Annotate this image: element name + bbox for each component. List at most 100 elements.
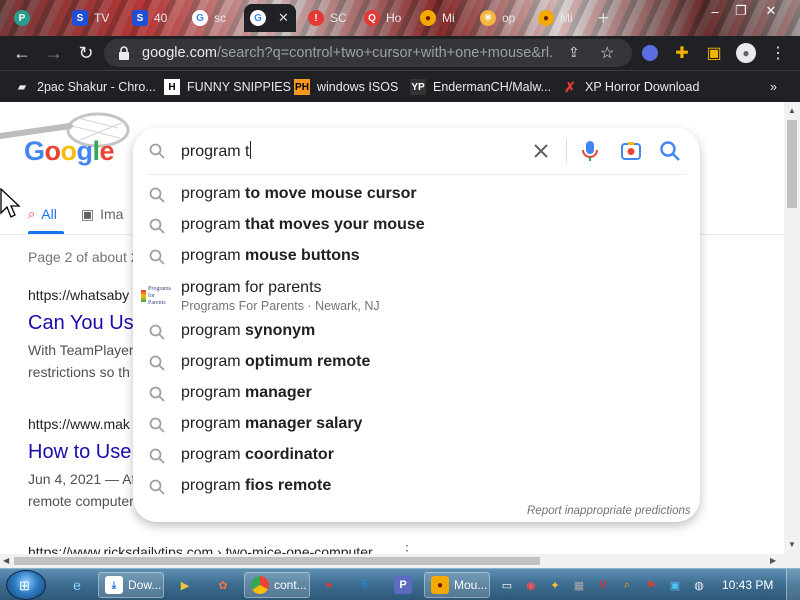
forward-button[interactable]: → (38, 37, 70, 69)
result-title[interactable]: How to Use (28, 441, 131, 464)
close-tab-icon[interactable]: ✕ (278, 10, 289, 26)
suggestion-item[interactable]: program fios remote (133, 471, 700, 502)
scroll-up-icon[interactable]: ▲ (788, 106, 796, 115)
suggestion-item[interactable]: program to move mouse cursor (133, 179, 700, 210)
result-url[interactable]: https://www.ricksdailytips.com › two-mic… (28, 544, 373, 554)
bookmark-5[interactable]: ✗ XP Horror Download (562, 77, 699, 97)
tab-3[interactable]: G sc (186, 4, 242, 32)
google-logo[interactable]: Google (24, 136, 115, 167)
report-predictions-link[interactable]: Report inappropriate predictions (527, 505, 691, 517)
camera-lens-icon[interactable] (620, 140, 642, 162)
side-panel-button[interactable]: ▣ (698, 36, 730, 70)
reload-button[interactable]: ↻ (70, 37, 102, 69)
bookmark-3[interactable]: PH windows ISOS (294, 77, 398, 97)
microphone-icon[interactable] (581, 140, 599, 162)
tray-app-icon[interactable]: ◉ (522, 576, 540, 594)
suggestion-item[interactable]: program coordinator (133, 440, 700, 471)
menu-button[interactable]: ⋮ (762, 36, 794, 70)
tab-9[interactable]: ● Mi (532, 4, 588, 32)
monitor-icon[interactable]: ▭ (498, 576, 516, 594)
scroll-down-icon[interactable]: ▼ (788, 540, 796, 549)
v-app-icon[interactable]: V (594, 576, 612, 594)
ph-icon: PH (294, 79, 310, 95)
suggestion-entity-item[interactable]: Programs for Parents program for parents… (133, 277, 700, 319)
shield-icon[interactable]: ⛨ (356, 576, 374, 594)
search-input[interactable]: program t (181, 141, 251, 161)
bookmark-1[interactable]: ▰ 2pac Shakur - Chro... (14, 77, 156, 97)
taskbar-app-downloads[interactable]: ⤓ Dow... (98, 572, 164, 598)
new-tab-button[interactable]: + (592, 4, 614, 32)
mouse-cursor-icon (0, 188, 21, 218)
network-icon[interactable]: ▣ (666, 576, 684, 594)
tab-7[interactable]: ● Mi (414, 4, 470, 32)
tab-5[interactable]: ! SC (302, 4, 354, 32)
extension-button[interactable] (634, 36, 666, 70)
clock[interactable]: 10:43 PM (722, 578, 773, 592)
scroll-right-icon[interactable]: ▶ (770, 556, 776, 565)
tab-title: 40 (154, 11, 168, 25)
sun-icon: ☀ (480, 10, 496, 26)
tab-images[interactable]: ▣ Ima (81, 202, 124, 226)
profile-tab[interactable]: P (8, 4, 42, 32)
extensions-button[interactable]: ✚ (666, 36, 698, 70)
suggestion-item[interactable]: program manager salary (133, 409, 700, 440)
puzzle-icon: ✚ (675, 45, 689, 62)
more-bookmarks-button[interactable]: » (770, 77, 777, 97)
search-icon (149, 249, 165, 265)
start-button[interactable]: ⊞ (6, 570, 46, 600)
taskbar-app-chrome[interactable]: cont... (244, 572, 310, 598)
search-box[interactable]: program t (133, 128, 700, 174)
share-icon[interactable]: ⇪ (568, 44, 580, 61)
url-text: google.com/search?q=control+two+cursor+w… (142, 45, 552, 61)
tab-1[interactable]: S TV (66, 4, 122, 32)
suggestion-item[interactable]: program manager (133, 378, 700, 409)
result-menu-icon[interactable]: ⋮ (400, 542, 414, 554)
bookmark-4[interactable]: YP EndermanCH/Malw... (410, 77, 551, 97)
media-player-icon[interactable]: ▶ (176, 576, 194, 594)
suggestion-item[interactable]: program mouse buttons (133, 241, 700, 272)
profile-button[interactable]: ● (730, 36, 762, 70)
scroll-left-icon[interactable]: ◀ (3, 556, 9, 565)
restore-button[interactable]: ❐ (728, 0, 754, 22)
suggestion-text: program fios remote (181, 477, 332, 494)
tab-all[interactable]: ⌕ All (28, 202, 57, 226)
horizontal-scrollbar[interactable]: ◀ ▶ (0, 554, 800, 568)
show-desktop-button[interactable] (786, 569, 800, 600)
result-url[interactable]: https://www.mak (28, 416, 130, 432)
scrollbar-thumb[interactable] (787, 120, 797, 208)
vertical-scrollbar[interactable]: ▲ ▼ (784, 102, 800, 554)
p-app-icon[interactable]: P (394, 576, 412, 594)
search-submit-icon[interactable] (659, 140, 681, 162)
app-icon[interactable]: ✿ (214, 576, 232, 594)
tray-app-icon[interactable]: ✦ (546, 576, 564, 594)
flag-icon[interactable]: ⚑ (642, 576, 660, 594)
suggestion-item[interactable]: program that moves your mouse (133, 210, 700, 241)
tab-8[interactable]: ☀ op (474, 4, 530, 32)
close-window-button[interactable]: ✕ (758, 0, 784, 22)
pizza-icon: ● (431, 576, 449, 594)
tab-2[interactable]: S 40 (126, 4, 184, 32)
taskbar-app-mouse[interactable]: ● Mou... (424, 572, 490, 598)
bookmark-2[interactable]: H FUNNY SNIPPIES (164, 77, 291, 97)
tab-6[interactable]: Q Ho (358, 4, 410, 32)
search-icon[interactable]: ⌕ (618, 576, 636, 594)
suggestion-item[interactable]: program synonym (133, 316, 700, 347)
scrollbar-thumb[interactable] (14, 557, 540, 565)
volume-icon[interactable]: ◍ (690, 576, 708, 594)
clear-icon[interactable] (531, 141, 551, 161)
antivirus-icon[interactable]: ● (320, 576, 338, 594)
bookmark-star-icon[interactable]: ☆ (600, 43, 614, 63)
result-title[interactable]: Can You Use (28, 312, 145, 335)
result-url[interactable]: https://whatsaby (28, 287, 129, 303)
result-snippet: With TeamPlayer, (28, 342, 137, 358)
suggestion-item[interactable]: program optimum remote (133, 347, 700, 378)
minimize-button[interactable]: – (702, 0, 728, 22)
bookmark-label: EndermanCH/Malw... (433, 80, 552, 94)
back-button[interactable]: ← (6, 37, 38, 69)
minimize-icon: – (711, 3, 719, 19)
suggestion-text: program synonym (181, 322, 316, 339)
tab-active[interactable]: G ✕ (244, 4, 296, 32)
tray-app-icon[interactable]: ▦ (570, 576, 588, 594)
internet-explorer-icon[interactable]: e (68, 576, 86, 594)
address-bar[interactable]: google.com/search?q=control+two+cursor+w… (104, 39, 632, 67)
